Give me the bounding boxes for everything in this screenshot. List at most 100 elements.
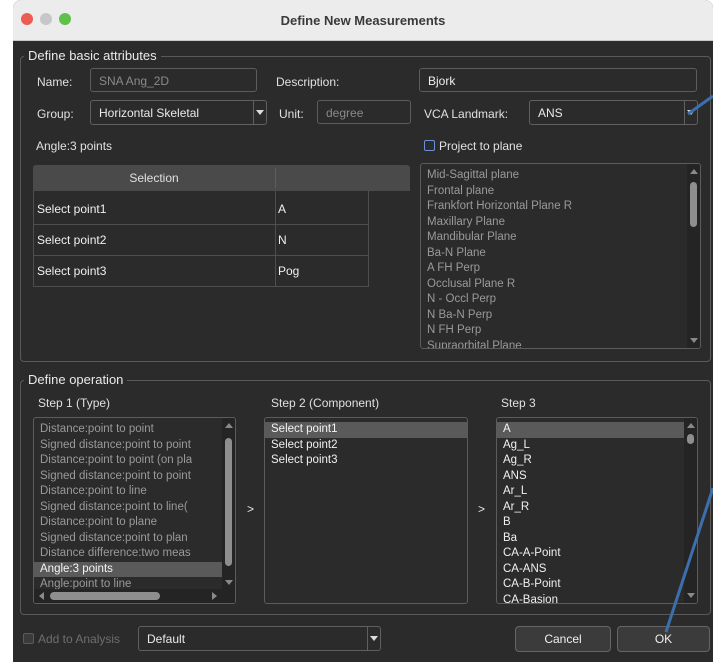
scroll-left-icon[interactable] [39,592,44,600]
list-item[interactable]: B [497,515,684,531]
chevron-down-icon [367,627,380,650]
list-item[interactable]: Distance:point to plane [34,515,235,531]
vca-landmark-label: VCA Landmark: [424,107,509,121]
unit-field[interactable]: degree [317,100,411,124]
list-item[interactable]: Distance:point to point (on pla [34,453,235,469]
name-label: Name: [37,75,73,89]
list-item[interactable]: N Ba-N Perp [421,308,700,324]
description-field[interactable]: Bjork [419,68,697,92]
list-item[interactable]: Ba [497,531,684,547]
scroll-down-icon[interactable] [225,580,233,585]
list-item[interactable]: Frankfort Horizontal Plane R [421,199,700,215]
group-select-value: Horizontal Skeletal [99,106,200,120]
list-item[interactable]: A [497,422,684,438]
angle-type-label: Angle:3 points [36,139,113,153]
description-label: Description: [276,75,340,89]
list-item[interactable]: Ag_R [497,453,684,469]
scroll-up-icon[interactable] [690,169,698,174]
scroll-thumb[interactable] [690,182,697,227]
list-item[interactable]: Frontal plane [421,184,700,200]
vca-landmark-select[interactable]: ANS [529,100,698,125]
list-item[interactable]: Ar_R [497,500,684,516]
planes-scrollbar[interactable] [687,164,700,348]
step1-items: Distance:point to point Signed distance:p… [34,418,235,593]
list-item[interactable]: Mid-Sagittal plane [421,168,700,184]
list-item[interactable]: A FH Perp [421,261,700,277]
chevron-down-icon [253,101,266,124]
scroll-down-icon[interactable] [687,593,695,598]
list-item[interactable]: Supraorbital Plane [421,339,700,349]
vca-landmark-value: ANS [538,106,563,120]
step3-scrollbar[interactable] [684,418,697,603]
step2-label: Step 2 (Component) [271,396,380,410]
table-row[interactable]: Select point2 N [33,225,368,256]
list-item[interactable]: Occlusal Plane R [421,277,700,293]
planes-list[interactable]: Mid-Sagittal plane Frontal plane Frankfort… [420,163,701,349]
table-cell-value: Pog [278,264,300,278]
name-field[interactable]: SNA Ang_2D [90,68,257,92]
list-item[interactable]: Signed distance:point to point [34,469,235,485]
title-bar[interactable]: Define New Measurements [13,0,713,41]
list-item[interactable]: Select point3 [265,453,467,469]
list-item[interactable]: N FH Perp [421,323,700,339]
list-item[interactable]: Distance:point to point [34,422,235,438]
step3-items: A Ag_L Ag_R ANS Ar_L Ar_R B Ba CA-A-Point CA-ANS C… [497,418,697,604]
step1-vertical-scrollbar[interactable] [222,418,235,589]
step1-horizontal-scrollbar[interactable] [34,589,235,603]
group-select[interactable]: Horizontal Skeletal [90,100,267,125]
list-item[interactable]: Distance:point to line [34,484,235,500]
add-to-analysis-checkbox[interactable] [23,633,34,644]
header-divider [275,168,276,188]
list-item[interactable]: Mandibular Plane [421,230,700,246]
project-to-plane-checkbox[interactable] [424,140,435,151]
table-row[interactable]: Select point3 Pog [33,256,368,287]
scroll-thumb[interactable] [50,592,160,600]
list-item[interactable]: Ag_L [497,438,684,454]
list-item[interactable]: Ba-N Plane [421,246,700,262]
list-item[interactable]: CA-Basion [497,593,684,604]
list-item[interactable]: Signed distance:point to plan [34,531,235,547]
table-border-left [33,191,34,287]
scroll-thumb[interactable] [225,438,232,566]
selection-table: Selection Select point1 A Select point2 … [33,165,410,330]
arrow-step1-to-step2: > [247,502,255,516]
table-cell-value: A [278,202,287,216]
list-item[interactable]: ANS [497,469,684,485]
arrow-step2-to-step3: > [478,502,486,516]
chevron-down-icon [684,101,697,124]
list-item[interactable]: Maxillary Plane [421,215,700,231]
window-title: Define New Measurements [280,13,446,28]
cancel-button[interactable]: Cancel [515,626,611,652]
list-item[interactable]: N - Occl Perp [421,292,700,308]
dialog-window: Define New Measurements Define basic att… [13,0,713,662]
scroll-right-icon[interactable] [212,592,217,600]
analysis-select-value: Default [147,632,186,646]
list-item[interactable]: Signed distance:point to point [34,438,235,454]
step3-list[interactable]: A Ag_L Ag_R ANS Ar_L Ar_R B Ba CA-A-Point CA-ANS C… [496,417,698,604]
list-item[interactable]: Angle:3 points [34,561,235,577]
table-border-right [368,191,369,287]
step2-component-list[interactable]: Select point1 Select point2 Select point3 [264,417,468,604]
step1-type-list[interactable]: Distance:point to point Signed distance:p… [33,417,236,604]
list-item[interactable]: CA-ANS [497,562,684,578]
list-item[interactable]: CA-B-Point [497,577,684,593]
ok-button[interactable]: OK [617,626,710,652]
scroll-up-icon[interactable] [225,423,233,428]
list-item[interactable]: Select point2 [265,438,467,454]
list-item[interactable]: Ar_L [497,484,684,500]
list-item[interactable]: Signed distance:point to line( [34,500,235,516]
selection-table-header: Selection [33,165,410,191]
analysis-select[interactable]: Default [138,626,381,651]
scroll-thumb[interactable] [687,434,694,444]
table-cell-step: Select point1 [37,202,107,216]
step2-items: Select point1 Select point2 Select point3 [265,418,467,469]
basic-attributes-title: Define basic attributes [24,48,161,63]
scroll-up-icon[interactable] [687,423,695,428]
scroll-down-icon[interactable] [690,338,698,343]
table-row[interactable]: Select point1 A [33,194,368,225]
list-item[interactable]: Select point1 [265,422,467,438]
list-item[interactable]: Distance difference:two meas [34,546,235,562]
project-to-plane-label: Project to plane [439,139,523,153]
table-cell-step: Select point2 [37,233,107,247]
list-item[interactable]: CA-A-Point [497,546,684,562]
